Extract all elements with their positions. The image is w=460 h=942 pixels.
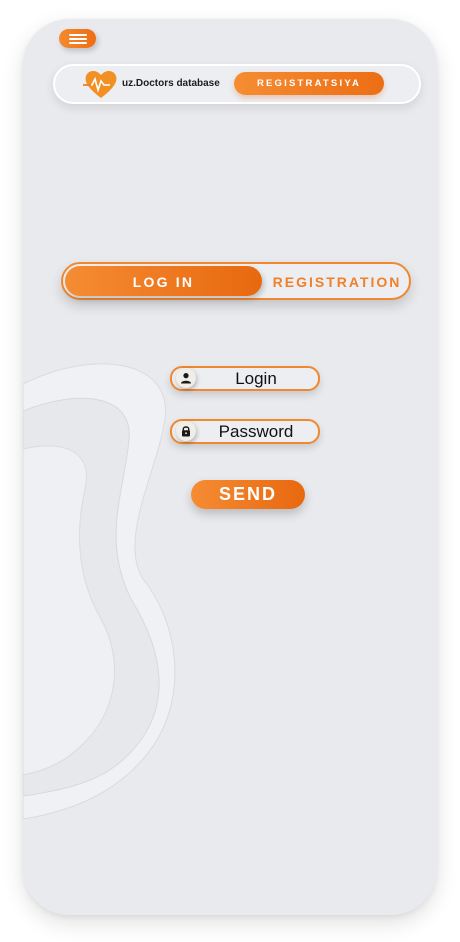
login-field[interactable]: Login: [170, 366, 320, 391]
send-button[interactable]: SEND: [191, 480, 305, 509]
password-label: Password: [218, 422, 294, 441]
user-icon: [176, 368, 196, 388]
tab-registration[interactable]: REGISTRATION: [271, 266, 403, 296]
lock-icon: [176, 421, 196, 441]
tab-log-in[interactable]: LOG IN: [65, 266, 262, 296]
phone-frame: uz.Doctors database REGISTRATSIYA LOG IN…: [23, 19, 437, 915]
auth-tab-switch: LOG IN REGISTRATION: [61, 262, 411, 300]
hamburger-line: [69, 38, 87, 40]
hamburger-line: [69, 42, 87, 44]
password-field[interactable]: Password: [170, 419, 320, 444]
menu-button[interactable]: [59, 29, 96, 48]
decorative-swoosh: [23, 363, 176, 820]
login-label: Login: [235, 369, 277, 388]
header-bar: uz.Doctors database REGISTRATSIYA: [53, 64, 421, 104]
heart-pulse-icon: [83, 70, 117, 98]
brand-name: uz.Doctors database: [122, 78, 220, 89]
registratsiya-button[interactable]: REGISTRATSIYA: [234, 72, 384, 95]
hamburger-line: [69, 34, 87, 36]
